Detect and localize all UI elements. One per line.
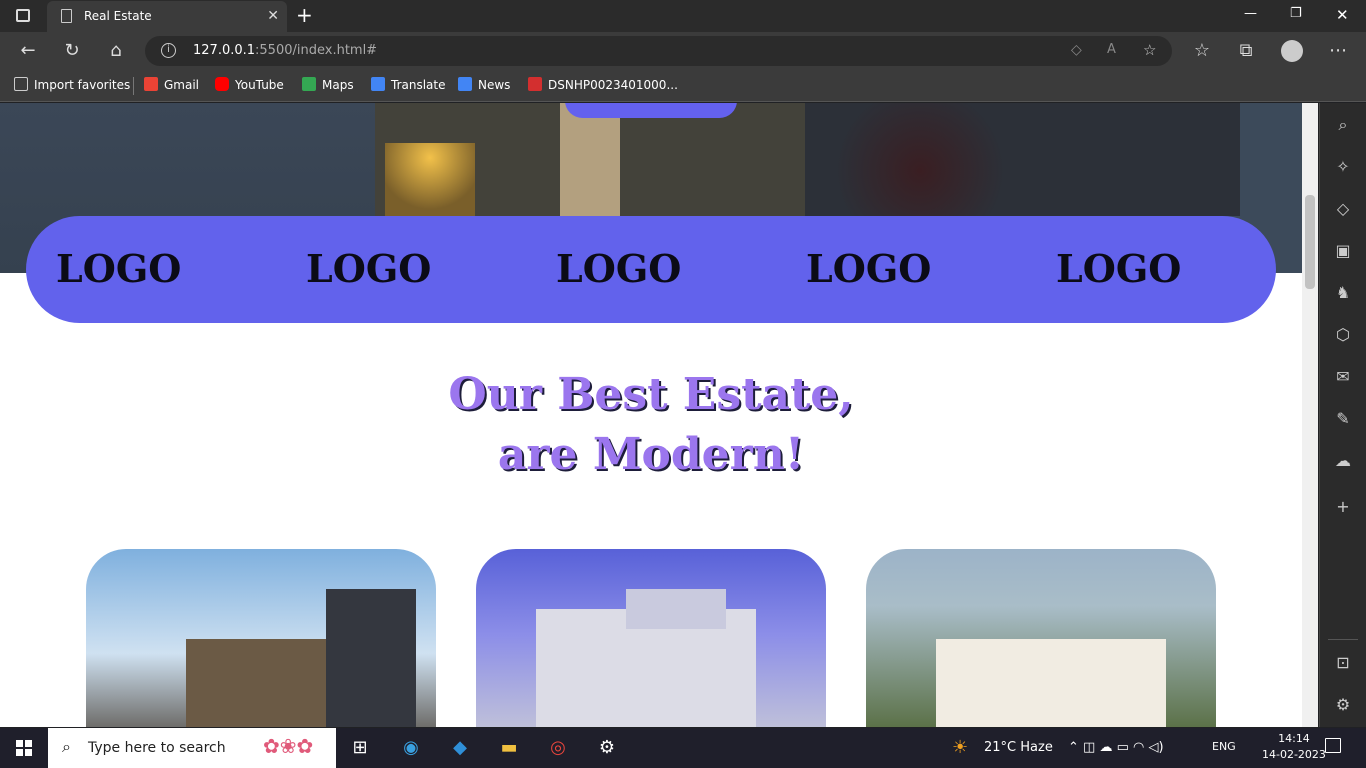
tools-icon[interactable]: ▣ <box>1333 241 1353 261</box>
gmail-icon <box>144 77 158 91</box>
chrome-icon[interactable]: ◎ <box>546 737 570 759</box>
refresh-icon[interactable]: ↻ <box>61 40 83 62</box>
search-icon: ⌕ <box>62 737 71 756</box>
settings-icon[interactable]: ⚙ <box>595 737 619 759</box>
drop-icon[interactable]: ✎ <box>1333 409 1353 429</box>
shopping-tag-icon[interactable]: ◇ <box>1333 199 1353 219</box>
vscode-icon[interactable]: ◆ <box>448 737 472 759</box>
estate-card-1[interactable] <box>86 549 436 727</box>
hero-button[interactable] <box>565 103 737 118</box>
search-placeholder: Type here to search <box>88 740 226 756</box>
more-icon[interactable]: ⋯ <box>1327 40 1349 62</box>
web-page: LOGO LOGO LOGO LOGO LOGO Our Best Estate… <box>0 103 1302 727</box>
weather-icon: ☀ <box>952 737 969 758</box>
flowers-icon: ✿❀✿ <box>263 734 314 758</box>
cloud-icon[interactable]: ☁ <box>1333 451 1353 471</box>
search-icon[interactable]: ⌕ <box>1333 115 1353 135</box>
taskbar: ⌕ Type here to search ✿❀✿ ⊞ ◉ ◆ ▬ ◎ ⚙ ☀ … <box>0 728 1366 768</box>
favorite-translate[interactable]: Translate <box>371 77 446 92</box>
section-heading: Our Best Estate, are Modern! <box>448 369 854 480</box>
partner-logo: LOGO <box>56 246 182 291</box>
youtube-icon <box>215 77 229 91</box>
collections-icon[interactable]: ⧉ <box>1235 40 1257 62</box>
taskbar-search[interactable]: ⌕ Type here to search ✿❀✿ <box>48 728 336 768</box>
favorites-divider <box>133 77 134 95</box>
estate-card-3[interactable] <box>866 549 1216 727</box>
notifications-icon[interactable] <box>1325 738 1341 753</box>
clock[interactable]: 14:14 14-02-2023 <box>1262 731 1326 763</box>
tray-icons[interactable]: ⌃ ◫ ☁ ▭ ◠ ◁) <box>1068 740 1164 755</box>
scrollbar-thumb[interactable] <box>1305 195 1315 289</box>
tab-real-estate[interactable]: Real Estate ✕ <box>47 1 287 32</box>
home-icon[interactable]: ⌂ <box>105 40 127 62</box>
settings-icon[interactable]: ⚙ <box>1333 695 1353 715</box>
maps-icon <box>302 77 316 91</box>
partner-logo: LOGO <box>1056 246 1182 291</box>
tab-actions-icon[interactable] <box>16 9 30 22</box>
favorite-maps[interactable]: Maps <box>302 77 354 92</box>
page-icon <box>61 9 72 23</box>
bing-icon[interactable]: ⬡ <box>1333 325 1353 345</box>
pdf-icon <box>528 77 542 91</box>
url-text[interactable]: 127.0.0.1:5500/index.html# <box>193 43 377 58</box>
maximize-icon[interactable]: ❐ <box>1290 6 1302 21</box>
new-tab-icon[interactable]: + <box>296 3 313 27</box>
close-window-icon[interactable]: ✕ <box>1336 6 1349 24</box>
favorite-pdf[interactable]: DSNHP0023401000... <box>528 77 678 92</box>
outlook-icon[interactable]: ✉ <box>1333 367 1353 387</box>
split-screen-icon[interactable]: ⊡ <box>1333 653 1353 673</box>
sparkle-icon[interactable]: ✧ <box>1333 157 1353 177</box>
minimize-icon[interactable]: — <box>1244 6 1257 21</box>
task-view-icon[interactable]: ⊞ <box>348 737 372 759</box>
read-aloud-icon[interactable]: A <box>1107 42 1116 57</box>
partner-logo: LOGO <box>306 246 432 291</box>
tab-bar: Real Estate ✕ + — ❐ ✕ <box>0 0 1366 32</box>
language-indicator[interactable]: ENG <box>1212 740 1236 753</box>
estate-card-2[interactable] <box>476 549 826 727</box>
close-tab-icon[interactable]: ✕ <box>267 8 279 24</box>
info-icon[interactable]: i <box>161 43 176 58</box>
add-icon[interactable]: + <box>1333 497 1353 517</box>
add-favorite-icon[interactable]: ☆ <box>1143 41 1156 59</box>
favorites-icon[interactable]: ☆ <box>1191 40 1213 62</box>
favorite-youtube[interactable]: YouTube <box>215 77 284 92</box>
favorite-import[interactable]: Import favorites <box>14 77 130 92</box>
tab-title: Real Estate <box>84 9 152 23</box>
logo-strip: LOGO LOGO LOGO LOGO LOGO <box>26 216 1276 323</box>
file-explorer-icon[interactable]: ▬ <box>497 737 521 759</box>
news-icon <box>458 77 472 91</box>
favorite-gmail[interactable]: Gmail <box>144 77 199 92</box>
favorites-bar: Import favorites Gmail YouTube Maps Tran… <box>0 70 1366 102</box>
back-icon[interactable]: ← <box>17 40 39 62</box>
games-icon[interactable]: ♞ <box>1333 283 1353 303</box>
edge-sidebar: ⌕ ✧ ◇ ▣ ♞ ⬡ ✉ ✎ ☁ + ⊡ ⚙ <box>1319 103 1366 727</box>
tag-icon[interactable]: ◇ <box>1071 42 1082 58</box>
favorite-news[interactable]: News <box>458 77 510 92</box>
address-bar[interactable]: i 127.0.0.1:5500/index.html# ◇ A ☆ <box>145 36 1172 66</box>
sidebar-divider <box>1328 639 1358 640</box>
address-row: ← ↻ ⌂ i 127.0.0.1:5500/index.html# ◇ A ☆… <box>0 32 1366 70</box>
avatar[interactable] <box>1281 40 1303 62</box>
windows-start-icon[interactable] <box>16 740 32 756</box>
weather-text[interactable]: 21°C Haze <box>984 740 1053 755</box>
edge-icon[interactable]: ◉ <box>399 737 423 759</box>
import-icon <box>14 77 28 91</box>
page-scrollbar[interactable] <box>1302 103 1318 727</box>
partner-logo: LOGO <box>556 246 682 291</box>
translate-icon <box>371 77 385 91</box>
partner-logo: LOGO <box>806 246 932 291</box>
